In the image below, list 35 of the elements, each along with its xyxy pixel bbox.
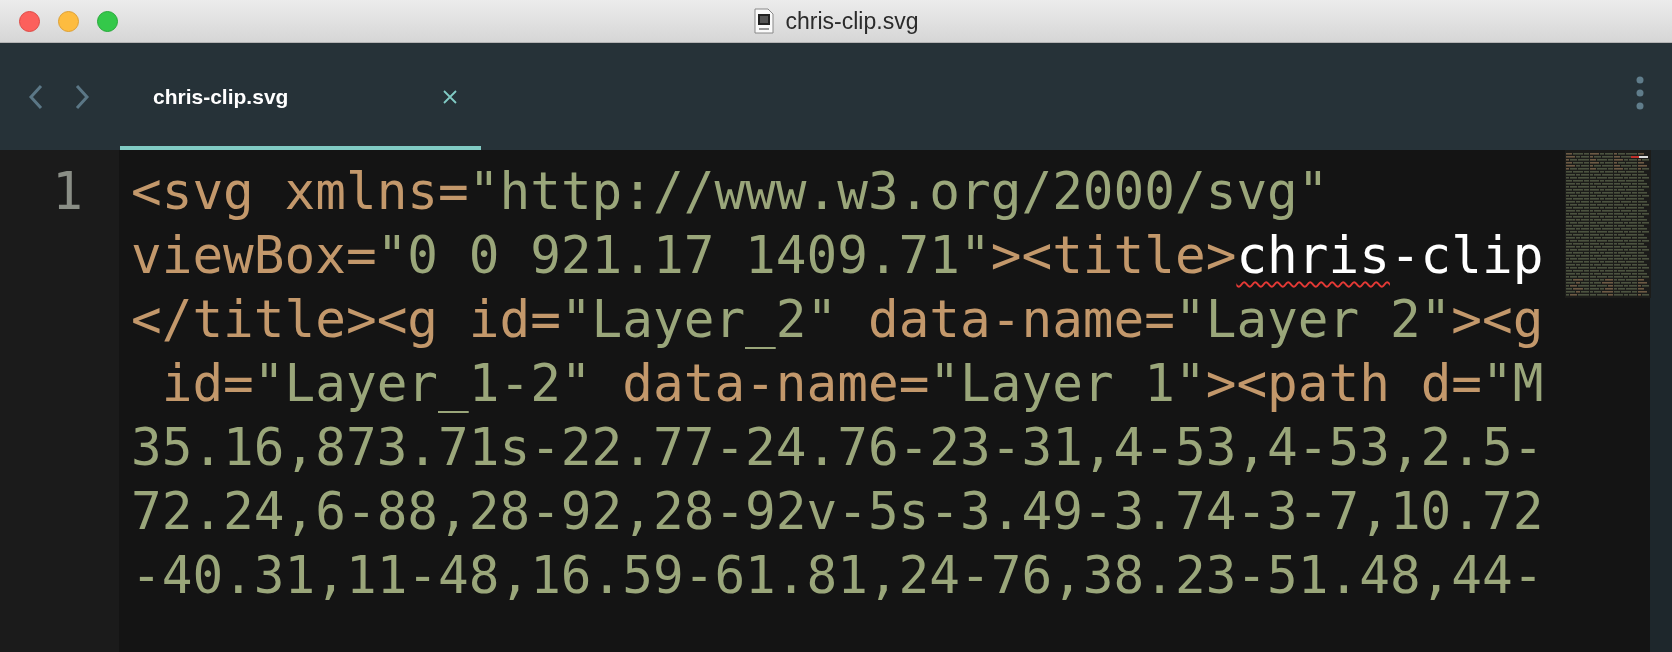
code-token: "Layer 2": [1175, 289, 1452, 351]
minimap-drawing[interactable]: [1565, 150, 1651, 298]
code-token: ><path d=: [1205, 353, 1483, 415]
code-token: chris: [1236, 225, 1390, 287]
code-token: "Layer 1": [929, 353, 1206, 415]
code-token: data-name=: [621, 353, 930, 415]
code-token: ><title>: [990, 225, 1237, 287]
minimize-button[interactable]: [58, 10, 79, 32]
zoom-button[interactable]: [97, 10, 118, 32]
code-token: "http://www.w3.org/2000/svg": [468, 161, 1329, 223]
close-button[interactable]: [19, 10, 40, 32]
line-number: 1: [52, 161, 84, 223]
code-token: 72.24,6-88,28-92,28-92v-5s-3.49-3.74-3-7,10.72: [131, 481, 1544, 543]
code-token: ><g: [1451, 289, 1544, 351]
code-token: -40.31,11-48,16.59-61.81,24-76,38.23-51.48,44-: [131, 545, 1544, 607]
code-token: </title><g: [131, 289, 439, 351]
code-token: xmlns=: [283, 161, 469, 223]
back-icon[interactable]: [28, 83, 44, 110]
code-token: "M: [1482, 353, 1544, 415]
code-token: id=: [160, 353, 254, 415]
window-title: chris-clip.svg: [785, 7, 919, 35]
code-token: data-name=: [866, 289, 1175, 351]
file-icon: [753, 8, 774, 34]
scrollbar-track[interactable]: [1650, 150, 1672, 652]
code-token: "0 0 921.17 1409.71": [376, 225, 991, 287]
code-token: id=: [467, 289, 561, 351]
code-token: -clip: [1389, 225, 1544, 287]
code-token: "Layer_2": [560, 289, 838, 351]
forward-icon[interactable]: [74, 83, 90, 110]
code-token: "Layer_1-2": [253, 353, 592, 415]
code-token: viewBox=: [131, 225, 377, 287]
code-token: 35.16,873.71s-22.77-24.76-23-31,4-53,4-53,2.5-: [131, 417, 1544, 479]
code-token: <svg: [131, 161, 254, 223]
menu-icon[interactable]: [1636, 76, 1644, 110]
close-icon[interactable]: [443, 89, 457, 104]
